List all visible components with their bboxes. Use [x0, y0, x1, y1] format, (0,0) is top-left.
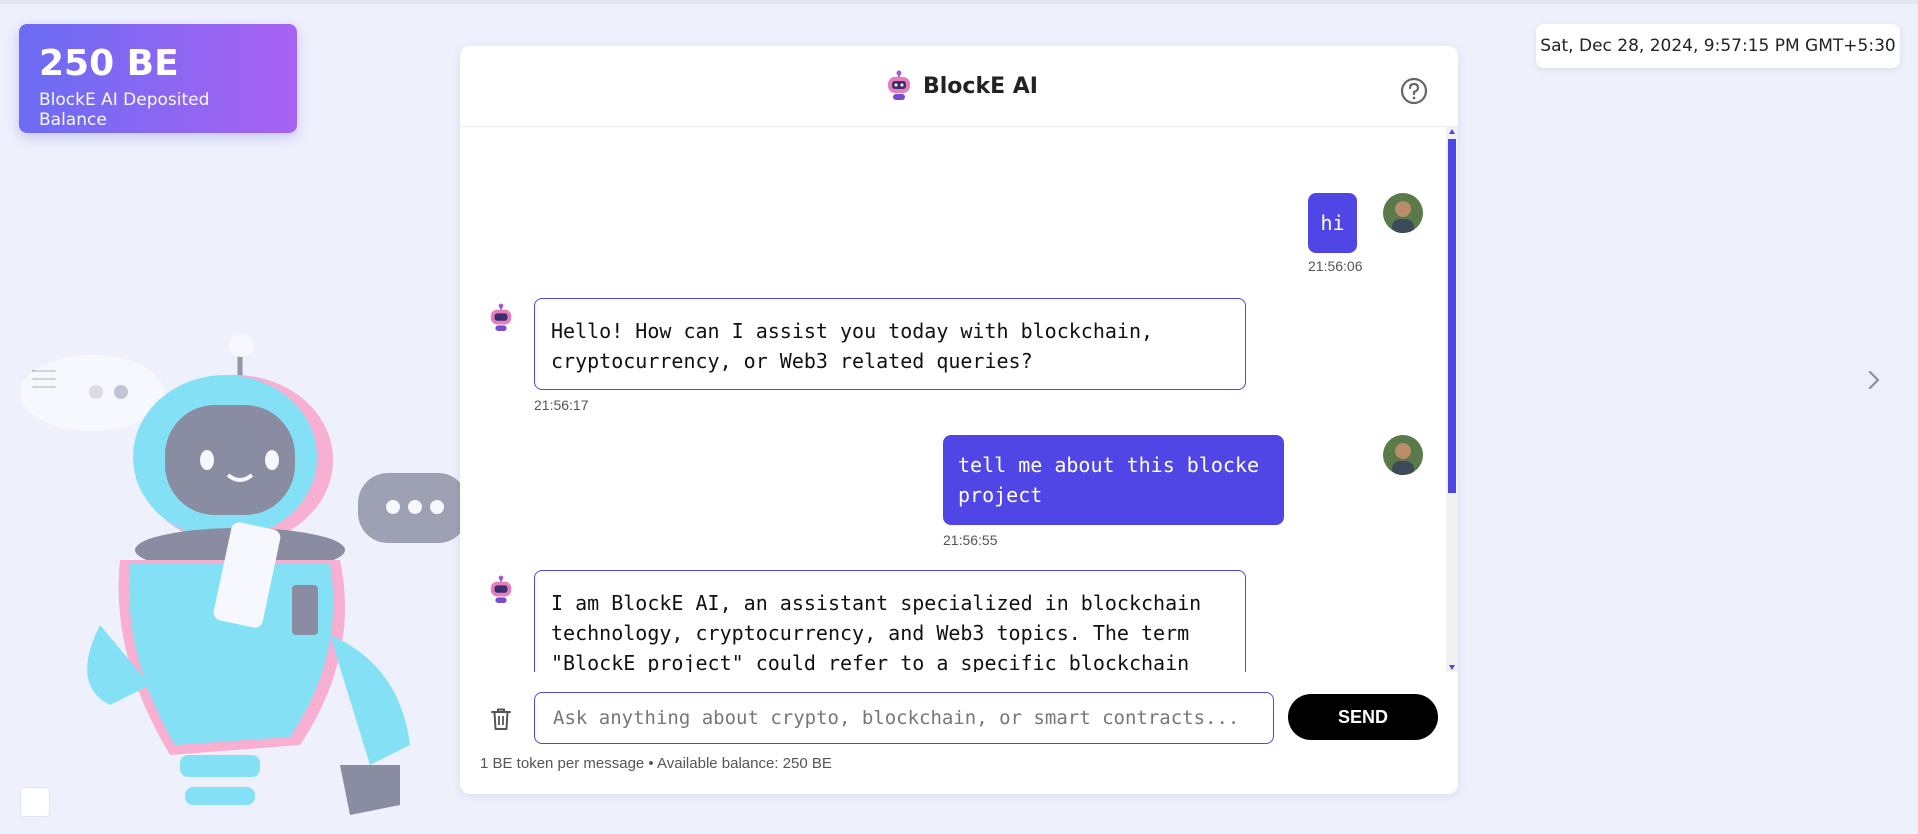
bot-avatar-icon	[490, 303, 512, 331]
bot-avatar-icon	[490, 575, 512, 603]
bot-logo-icon	[888, 70, 910, 100]
robot-illustration	[20, 333, 468, 815]
user-message: hi	[1308, 193, 1357, 253]
chat-input[interactable]	[534, 692, 1274, 744]
message-scrollbar[interactable]	[1446, 127, 1458, 672]
scroll-down-arrow[interactable]	[1449, 665, 1455, 670]
chat-title: BlockE AI	[923, 73, 1038, 99]
user-avatar	[1383, 193, 1423, 233]
user-message: tell me about this blocke project	[943, 435, 1284, 525]
token-usage-note: 1 BE token per message • Available balan…	[480, 755, 832, 772]
balance-card: 250 BE BlockE AI Deposited Balance	[19, 24, 297, 133]
message-time: 21:56:55	[943, 532, 998, 548]
trash-icon[interactable]	[490, 707, 512, 731]
help-icon[interactable]	[1400, 77, 1428, 105]
balance-amount: 250 BE	[39, 43, 179, 84]
input-row: SEND	[460, 690, 1458, 746]
chat-header: BlockE AI	[460, 46, 1458, 127]
scroll-up-arrow[interactable]	[1449, 129, 1455, 134]
message-time: 21:56:06	[1308, 258, 1363, 274]
scroll-thumb[interactable]	[1448, 139, 1456, 493]
balance-label: BlockE AI Deposited Balance	[39, 90, 210, 130]
chat-panel: BlockE AI hi 21:56:06 Hello! How can I a…	[460, 46, 1458, 794]
message-list: hi 21:56:06 Hello! How can I assist you …	[460, 127, 1446, 672]
brand: BlockE AI	[885, 68, 1038, 104]
assistant-message: I am BlockE AI, an assistant specialized…	[534, 570, 1246, 672]
send-button[interactable]: SEND	[1288, 694, 1438, 740]
datetime-display: Sat, Dec 28, 2024, 9:57:15 PM GMT+5:30	[1536, 24, 1900, 68]
user-avatar	[1383, 435, 1423, 475]
message-time: 21:56:17	[534, 397, 589, 413]
assistant-message: Hello! How can I assist you today with b…	[534, 298, 1246, 390]
top-divider	[0, 0, 1918, 4]
chevron-right-icon[interactable]	[1862, 366, 1886, 394]
